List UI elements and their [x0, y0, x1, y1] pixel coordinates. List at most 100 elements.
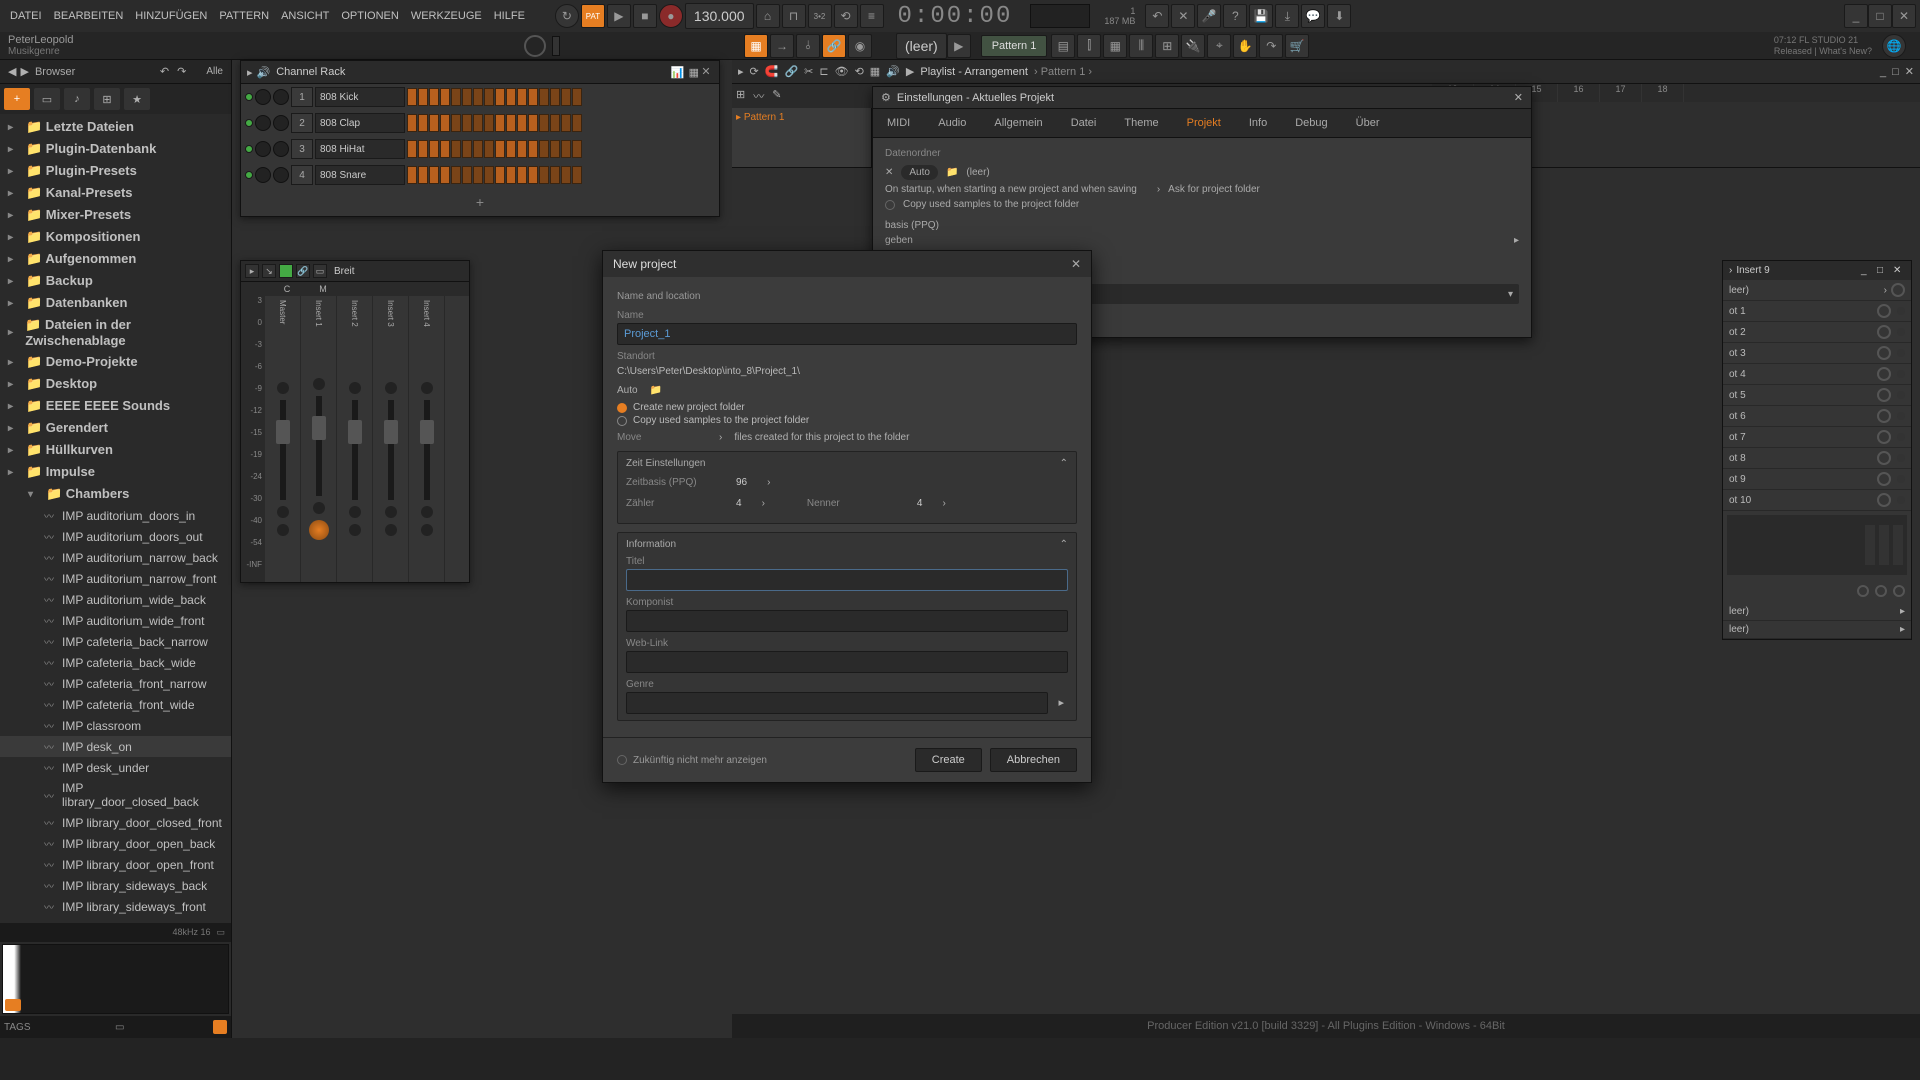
insert-slot[interactable]: ot 10 [1729, 495, 1873, 506]
track-pan-knob[interactable] [277, 382, 289, 394]
step-button[interactable] [517, 88, 527, 106]
browser-tab-all[interactable]: + [4, 88, 30, 110]
mx-view-icon[interactable]: ▭ [313, 264, 327, 278]
eq-band-2[interactable] [1879, 525, 1889, 565]
pat-mode-button[interactable]: PAT [581, 4, 605, 28]
pl-play-icon[interactable]: ▶ [906, 65, 914, 78]
menu-options[interactable]: OPTIONEN [335, 8, 404, 24]
menu-file[interactable]: DATEI [4, 8, 48, 24]
record-button[interactable]: ● [659, 4, 683, 28]
step-button[interactable] [506, 140, 516, 158]
channel-name[interactable]: 808 HiHat [315, 139, 405, 159]
slot-mix-knob[interactable] [1877, 430, 1891, 444]
step-button[interactable] [473, 114, 483, 132]
step-button[interactable] [484, 140, 494, 158]
step-button[interactable] [495, 166, 505, 184]
channel-name[interactable]: 808 Kick [315, 87, 405, 107]
mic-icon[interactable]: 🎤 [1197, 4, 1221, 28]
track-pan-knob[interactable] [349, 382, 361, 394]
slot-led[interactable] [1897, 496, 1905, 504]
slot-mix-knob[interactable] [1877, 346, 1891, 360]
step-button[interactable] [429, 140, 439, 158]
track-fader[interactable] [316, 396, 322, 496]
mixer-track[interactable]: Insert 4 [409, 296, 445, 582]
step-icon[interactable]: ≡ [860, 4, 884, 28]
settings-tab[interactable]: Debug [1287, 113, 1335, 133]
shop-icon[interactable]: 🛒 [1285, 34, 1309, 58]
pl-close-icon[interactable]: ✕ [1905, 65, 1914, 78]
step-button[interactable] [517, 166, 527, 184]
channel-pan-knob[interactable] [255, 141, 271, 157]
channel-led[interactable] [245, 93, 253, 101]
expand-icon[interactable]: ▶ [20, 65, 28, 78]
touch-icon[interactable]: ✋ [1233, 34, 1257, 58]
pl-tool-1[interactable]: ⊞ [736, 88, 745, 104]
pl-tool-2[interactable]: 〰 [753, 88, 764, 104]
tree-file[interactable]: 〰IMP classroom [0, 715, 231, 736]
ins-leer-2[interactable]: leer) [1729, 606, 1900, 617]
menu-pattern[interactable]: PATTERN [213, 8, 275, 24]
tree-folder[interactable]: ▸📁 Datenbanken [0, 292, 231, 314]
close-icon[interactable]: ✕ [1892, 4, 1916, 28]
cr-sound-icon[interactable]: 🔊 [257, 66, 271, 79]
step-button[interactable] [440, 114, 450, 132]
pl-min-icon[interactable]: _ [1880, 66, 1886, 78]
arrow-icon[interactable]: → [770, 34, 794, 58]
pl-tool-3[interactable]: ✎ [772, 88, 781, 104]
track-send-knob[interactable] [385, 524, 397, 536]
tree-folder[interactable]: ▸📁 Aufgenommen [0, 248, 231, 270]
step-button[interactable] [517, 114, 527, 132]
link-icon[interactable]: 🔗 [822, 34, 846, 58]
track-send-knob[interactable] [309, 520, 329, 540]
slot-mix-knob[interactable] [1877, 388, 1891, 402]
mx-led-icon[interactable] [279, 264, 293, 278]
step-button[interactable] [484, 88, 494, 106]
tempo-tap-icon[interactable]: ⌖ [1207, 34, 1231, 58]
channel-number[interactable]: 3 [291, 139, 313, 159]
tempo-display[interactable]: 130.000 [685, 3, 754, 29]
track-fader[interactable] [280, 400, 286, 500]
tree-file[interactable]: 〰IMP cafeteria_back_narrow [0, 631, 231, 652]
browser-tab-2[interactable]: ♪ [64, 88, 90, 110]
settings-tab[interactable]: Audio [930, 113, 974, 133]
mx-link-icon[interactable]: 🔗 [296, 264, 310, 278]
channel-vol-knob[interactable] [273, 141, 289, 157]
channel-led[interactable] [245, 119, 253, 127]
stop-button[interactable]: ■ [633, 4, 657, 28]
step-button[interactable] [561, 114, 571, 132]
step-button[interactable] [473, 88, 483, 106]
step-button[interactable] [473, 140, 483, 158]
pl-link-icon[interactable]: 🔗 [784, 65, 798, 78]
slot-led[interactable] [1897, 307, 1905, 315]
news-icon[interactable]: 🌐 [1882, 34, 1906, 58]
tree-file[interactable]: 〰IMP library_sideways_front [0, 896, 231, 917]
genre-input[interactable] [626, 692, 1048, 714]
step-button[interactable] [550, 88, 560, 106]
modal-close-icon[interactable]: ✕ [1071, 257, 1081, 271]
slot-led[interactable] [1897, 328, 1905, 336]
step-button[interactable] [539, 140, 549, 158]
track-mute[interactable] [313, 502, 325, 514]
snap-button[interactable]: ▦ [744, 34, 768, 58]
step-button[interactable] [561, 88, 571, 106]
slot-led[interactable] [1897, 475, 1905, 483]
step-button[interactable] [484, 166, 494, 184]
step-button[interactable] [407, 140, 417, 158]
slot-led[interactable] [1897, 433, 1905, 441]
step-button[interactable] [539, 114, 549, 132]
step-button[interactable] [495, 114, 505, 132]
composer-input[interactable] [626, 610, 1068, 632]
track-mute[interactable] [421, 506, 433, 518]
step-button[interactable] [429, 166, 439, 184]
time-collapse-icon[interactable]: ⌃ [1060, 458, 1068, 469]
ins-leer[interactable]: leer) [1729, 285, 1884, 296]
channel-number[interactable]: 2 [291, 113, 313, 133]
play-button[interactable]: ▶ [607, 4, 631, 28]
small-knob-1[interactable] [1857, 585, 1869, 597]
step-button[interactable] [506, 166, 516, 184]
ins-min-icon[interactable]: _ [1861, 265, 1873, 276]
plugin-icon[interactable]: 🔌 [1181, 34, 1205, 58]
channel-led[interactable] [245, 171, 253, 179]
time-display[interactable]: 0:00:00 [888, 3, 1023, 30]
browser-filter[interactable]: Alle [206, 66, 223, 77]
